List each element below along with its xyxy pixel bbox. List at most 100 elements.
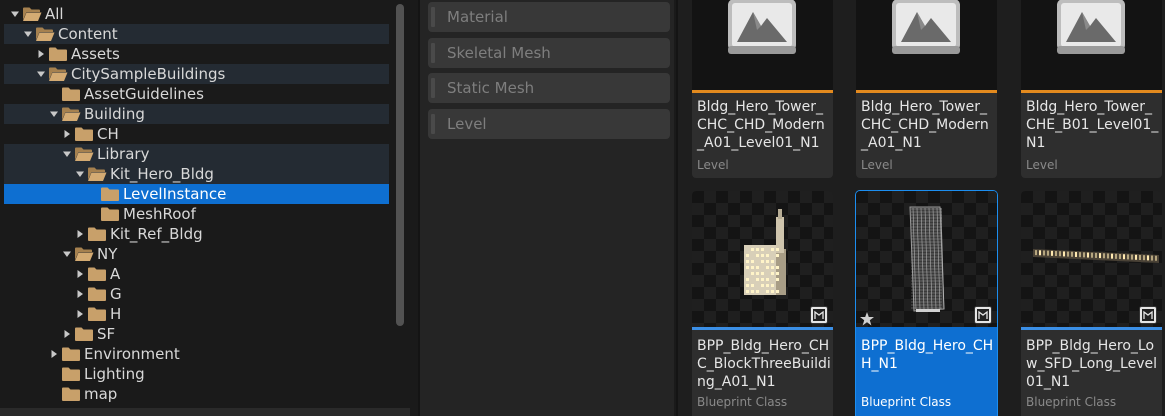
tree-item-label: Assets — [71, 45, 120, 63]
filter-material[interactable]: Material — [428, 2, 670, 32]
tree-item-assetguidelines[interactable]: AssetGuidelines — [4, 84, 389, 104]
tree-item-citysamplebuildings[interactable]: CitySampleBuildings — [4, 64, 389, 84]
tree-item-environment[interactable]: Environment — [4, 344, 389, 364]
asset-type-color-bar — [692, 327, 833, 330]
tree-item-meshroof[interactable]: MeshRoof — [4, 204, 389, 224]
tree-item-a[interactable]: A — [4, 264, 389, 284]
tree-item-label: H — [110, 305, 122, 323]
tree-item-levelinstance[interactable]: LevelInstance — [4, 184, 389, 204]
chevron-right-icon[interactable] — [60, 124, 74, 144]
asset-name: Bldg_Hero_Tower_CHE_B01_Level01_N1 — [1026, 99, 1159, 151]
filter-label: Level — [447, 114, 487, 133]
chevron-down-icon[interactable] — [47, 104, 61, 124]
chevron-right-icon[interactable] — [47, 344, 61, 364]
asset-grid-panel: Bldg_Hero_Tower_CHC_CHD_Modern_A01_Level… — [676, 0, 1165, 416]
tree-item-library[interactable]: Library — [4, 144, 389, 164]
chevron-down-icon[interactable] — [60, 244, 74, 264]
asset-type-label: Level — [861, 158, 893, 172]
asset-type-label: Blueprint Class — [1026, 395, 1117, 409]
chevron-down-icon[interactable] — [60, 144, 74, 164]
tree-arrow-spacer — [47, 384, 61, 404]
tree-item-lighting[interactable]: Lighting — [4, 364, 389, 384]
filter-level[interactable]: Level — [428, 108, 670, 139]
chevron-right-icon[interactable] — [34, 44, 48, 64]
asset-type-color-bar — [856, 327, 997, 330]
tree-item-building[interactable]: Building — [4, 104, 389, 124]
folder-open-icon — [74, 146, 94, 162]
asset-thumbnail — [856, 191, 997, 327]
tree-item-ch[interactable]: CH — [4, 124, 389, 144]
asset-name: Bldg_Hero_Tower_CHC_CHD_Modern_A01_Level… — [697, 99, 825, 151]
tree-item-label: G — [110, 285, 122, 303]
tree-item-assets[interactable]: Assets — [4, 44, 389, 64]
tree-item-label: NY — [97, 245, 118, 263]
tree-horizontal-scrollbar[interactable] — [0, 408, 410, 416]
chevron-down-icon[interactable] — [21, 24, 35, 44]
asset-thumbnail — [856, 0, 997, 90]
chevron-down-icon[interactable] — [34, 64, 48, 84]
folder-icon — [74, 326, 94, 342]
tree-item-label: map — [84, 385, 118, 403]
asset-type-label: Level — [1026, 158, 1058, 172]
asset-type-label: Blueprint Class — [697, 395, 788, 409]
tree-item-map[interactable]: map — [4, 384, 389, 404]
asset-thumbnail — [1021, 191, 1162, 327]
asset-type-label: Blueprint Class — [861, 395, 952, 409]
asset-tile[interactable]: Bldg_Hero_Tower_CHE_B01_Level01_N1 Level — [1021, 0, 1162, 178]
tree-item-label: A — [110, 265, 121, 283]
tree-scrollbar-thumb[interactable] — [396, 4, 404, 326]
filter-color-bar — [431, 78, 435, 98]
blueprint-badge-icon — [810, 306, 828, 324]
tree-item-content[interactable]: Content — [4, 24, 389, 44]
tree-item-kit-ref-bldg[interactable]: Kit_Ref_Bldg — [4, 224, 389, 244]
modified-star-icon — [859, 311, 875, 327]
tree-arrow-spacer — [86, 184, 100, 204]
filter-label: Material — [447, 8, 508, 26]
tree-arrow-spacer — [47, 364, 61, 384]
chevron-down-icon[interactable] — [8, 4, 22, 24]
asset-tile[interactable]: Bldg_Hero_Tower_CHC_CHD_Modern_A01_N1 Lev… — [856, 0, 997, 178]
folder-icon — [100, 186, 120, 202]
asset-thumbnail — [692, 191, 833, 327]
tree-item-kit-hero-bldg[interactable]: Kit_Hero_Bldg — [4, 164, 389, 184]
tree-item-sf[interactable]: SF — [4, 324, 389, 344]
asset-tile[interactable]: BPP_Bldg_Hero_Low_SFD_Long_Level01_N1 Blu… — [1021, 191, 1162, 416]
asset-tile[interactable]: Bldg_Hero_Tower_CHC_CHD_Modern_A01_Level… — [692, 0, 833, 178]
chevron-right-icon[interactable] — [73, 264, 87, 284]
filter-skeletal-mesh[interactable]: Skeletal Mesh — [428, 37, 670, 68]
folder-icon — [87, 266, 107, 282]
tree-item-label: Kit_Hero_Bldg — [110, 165, 214, 183]
folder-icon — [61, 86, 81, 102]
folder-icon — [61, 346, 81, 362]
blueprint-badge-icon — [974, 306, 992, 324]
asset-tile[interactable]: BPP_Bldg_Hero_CHH_N1 Blueprint Class — [855, 190, 998, 416]
folder-icon — [100, 206, 120, 222]
chevron-right-icon[interactable] — [60, 324, 74, 344]
tree-item-g[interactable]: G — [4, 284, 389, 304]
tree-item-all[interactable]: All — [4, 4, 389, 24]
filter-color-bar — [431, 113, 435, 134]
chevron-right-icon[interactable] — [73, 224, 87, 244]
asset-type-color-bar — [1021, 327, 1162, 330]
folder-open-icon — [35, 26, 55, 42]
asset-name: BPP_Bldg_Hero_CHC_BlockThreeBuilding_A01… — [697, 338, 831, 390]
chevron-right-icon[interactable] — [73, 304, 87, 324]
filter-label: Skeletal Mesh — [447, 43, 551, 62]
filter-static-mesh[interactable]: Static Mesh — [428, 73, 670, 103]
folder-open-icon — [74, 246, 94, 262]
folder-icon — [61, 386, 81, 402]
folder-icon — [61, 366, 81, 382]
tree-item-label: Environment — [84, 345, 180, 363]
tree-item-ny[interactable]: NY — [4, 244, 389, 264]
tree-item-label: AssetGuidelines — [84, 85, 204, 103]
asset-thumbnail — [1021, 0, 1162, 90]
folder-icon — [87, 226, 107, 242]
folder-open-icon — [87, 166, 107, 182]
folder-tree-panel: All Content Assets CitySampleBuildings Asset… — [0, 0, 392, 416]
tree-arrow-spacer — [47, 84, 61, 104]
chevron-right-icon[interactable] — [73, 284, 87, 304]
tree-arrow-spacer — [86, 204, 100, 224]
chevron-down-icon[interactable] — [73, 164, 87, 184]
tree-item-h[interactable]: H — [4, 304, 389, 324]
asset-tile[interactable]: BPP_Bldg_Hero_CHC_BlockThreeBuilding_A01… — [692, 191, 833, 416]
